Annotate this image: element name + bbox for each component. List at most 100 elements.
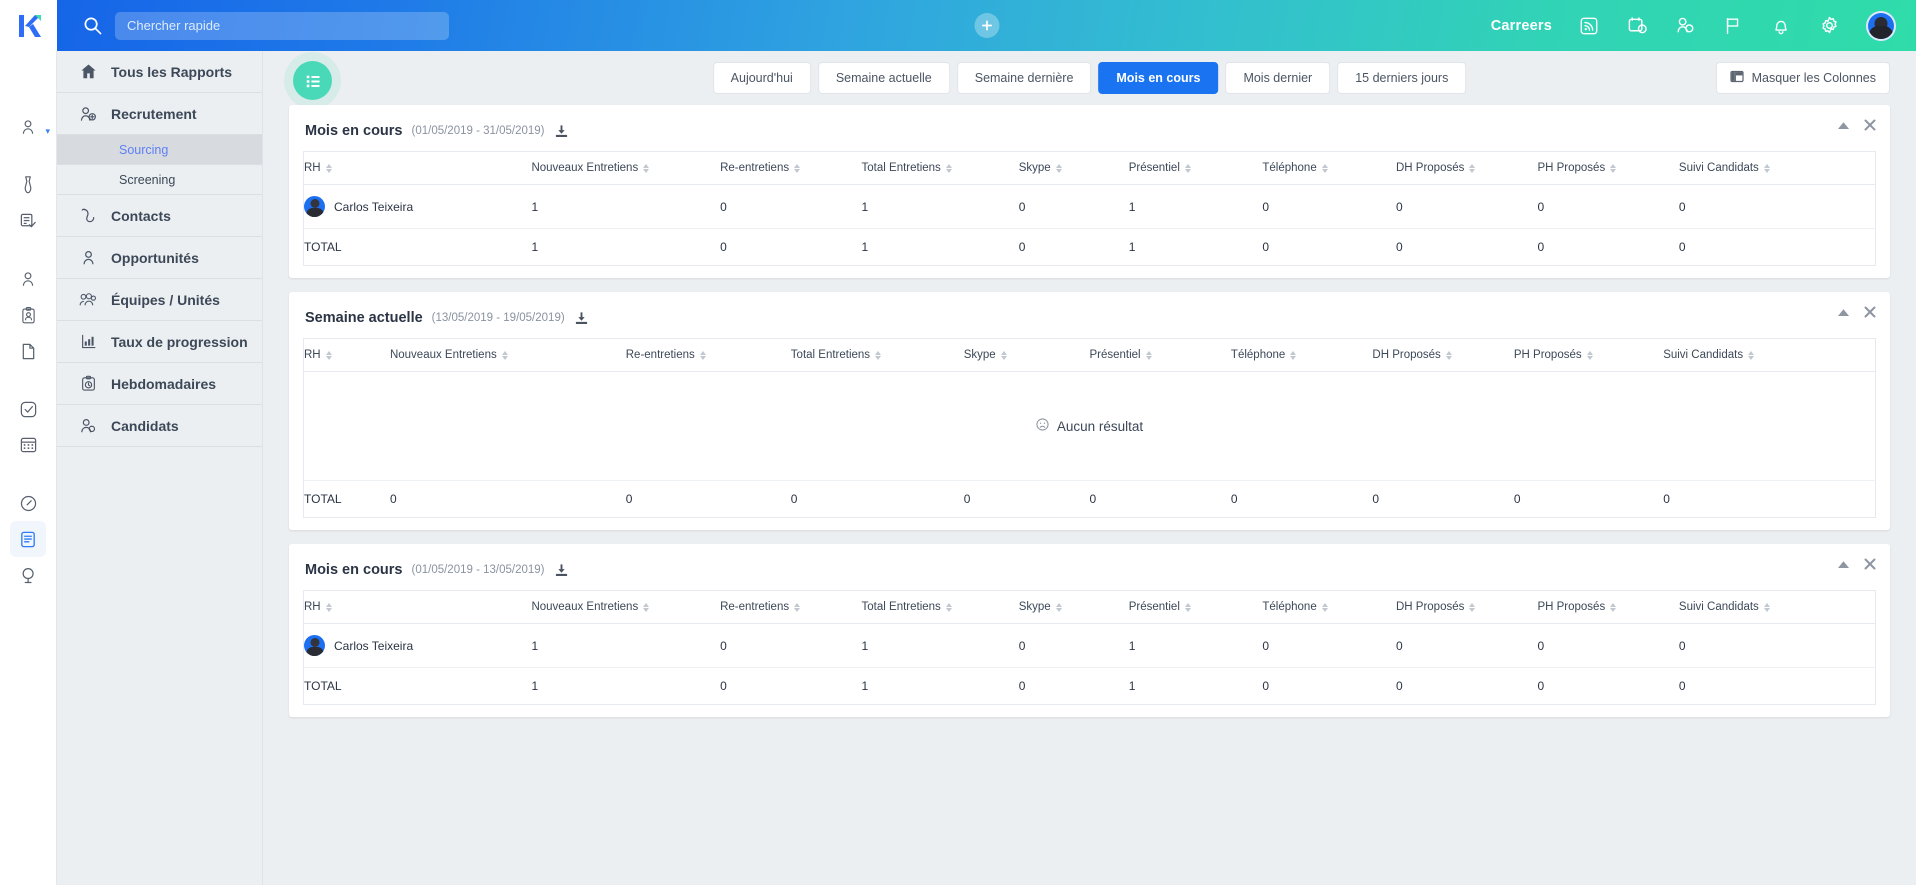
sort-icon[interactable]: [1748, 351, 1754, 360]
sort-icon[interactable]: [1764, 164, 1770, 173]
sidebar-item-hebdomadaires[interactable]: Hebdomadaires: [57, 363, 262, 405]
rail-item-check-square[interactable]: [10, 391, 46, 427]
sort-icon[interactable]: [1290, 351, 1296, 360]
add-button[interactable]: [974, 13, 999, 38]
column-header-dh-proposes[interactable]: DH Proposés: [1396, 591, 1537, 624]
app-logo[interactable]: [0, 0, 57, 51]
rail-item-badge[interactable]: [10, 297, 46, 333]
user-avatar[interactable]: [1866, 11, 1896, 41]
rail-item-person[interactable]: [10, 261, 46, 297]
column-header-total-entretiens[interactable]: Total Entretiens: [791, 339, 964, 372]
sort-icon[interactable]: [643, 164, 649, 173]
sort-icon[interactable]: [946, 164, 952, 173]
column-header-dh-proposes[interactable]: DH Proposés: [1396, 152, 1537, 185]
close-icon[interactable]: [1864, 306, 1876, 318]
sort-icon[interactable]: [643, 603, 649, 612]
filter-semaine-derniere[interactable]: Semaine dernière: [957, 62, 1092, 94]
sort-icon[interactable]: [875, 351, 881, 360]
sort-icon[interactable]: [1469, 164, 1475, 173]
column-header-suivi-candidats[interactable]: Suivi Candidats: [1663, 339, 1875, 372]
close-icon[interactable]: [1864, 119, 1876, 131]
sort-icon[interactable]: [326, 351, 332, 360]
rail-item-checklist[interactable]: [10, 203, 46, 239]
sort-icon[interactable]: [1146, 351, 1152, 360]
sort-icon[interactable]: [1056, 603, 1062, 612]
sort-icon[interactable]: [946, 603, 952, 612]
column-header-ph-proposes[interactable]: PH Proposés: [1514, 339, 1663, 372]
rail-item-calendar-grid[interactable]: [10, 427, 46, 463]
column-header-ph-proposes[interactable]: PH Proposés: [1537, 591, 1678, 624]
column-header-rh[interactable]: RH: [304, 152, 532, 185]
sort-icon[interactable]: [326, 164, 332, 173]
table-row[interactable]: Carlos Teixeira 1 0 1 0 1 0 0 0 0: [304, 185, 1876, 229]
filter-semaine-actuelle[interactable]: Semaine actuelle: [818, 62, 950, 94]
sort-icon[interactable]: [326, 603, 332, 612]
sort-icon[interactable]: [1469, 603, 1475, 612]
sidebar-item-candidats[interactable]: Candidats: [57, 405, 262, 447]
gear-icon[interactable]: [1818, 15, 1840, 37]
close-icon[interactable]: [1864, 558, 1876, 570]
sort-icon[interactable]: [1446, 351, 1452, 360]
sidebar-subitem-screening[interactable]: Screening: [57, 165, 262, 195]
sidebar-item-tous-les-rapports[interactable]: Tous les Rapports: [57, 51, 262, 93]
bell-icon[interactable]: [1770, 15, 1792, 37]
sidebar-item-taux-de-progression[interactable]: Taux de progression: [57, 321, 262, 363]
sidebar-item-recrutement[interactable]: Recrutement: [57, 93, 262, 135]
sort-icon[interactable]: [502, 351, 508, 360]
people-icon[interactable]: [1674, 15, 1696, 37]
hide-columns-button[interactable]: Masquer les Colonnes: [1716, 62, 1890, 94]
careers-link[interactable]: Carreers: [1491, 18, 1552, 34]
filter-aujourdhui[interactable]: Aujourd'hui: [713, 62, 811, 94]
sidebar-item-contacts[interactable]: Contacts: [57, 195, 262, 237]
flag-icon[interactable]: [1722, 15, 1744, 37]
rail-item-tie[interactable]: [10, 167, 46, 203]
column-header-skype[interactable]: Skype: [964, 339, 1090, 372]
column-header-rh[interactable]: RH: [304, 339, 390, 372]
column-header-nouveaux-entretiens[interactable]: Nouveaux Entretiens: [531, 152, 720, 185]
column-header-nouveaux-entretiens[interactable]: Nouveaux Entretiens: [390, 339, 626, 372]
column-header-telephone[interactable]: Téléphone: [1231, 339, 1372, 372]
calendar-event-icon[interactable]: [1626, 15, 1648, 37]
broadcast-icon[interactable]: [1578, 15, 1600, 37]
filter-mois-en-cours[interactable]: Mois en cours: [1098, 62, 1218, 94]
sidebar-item-opportunites[interactable]: Opportunités: [57, 237, 262, 279]
column-header-telephone[interactable]: Téléphone: [1262, 591, 1396, 624]
download-icon[interactable]: [554, 124, 569, 139]
collapse-up-icon[interactable]: [1837, 308, 1850, 317]
sort-icon[interactable]: [700, 351, 706, 360]
column-header-nouveaux-entretiens[interactable]: Nouveaux Entretiens: [531, 591, 720, 624]
column-header-ph-proposes[interactable]: PH Proposés: [1537, 152, 1678, 185]
sidebar-subitem-sourcing[interactable]: Sourcing: [57, 135, 262, 165]
rail-item-document[interactable]: [10, 333, 46, 369]
column-header-re-entretiens[interactable]: Re-entretiens: [720, 591, 861, 624]
column-header-telephone[interactable]: Téléphone: [1262, 152, 1396, 185]
sort-icon[interactable]: [1001, 351, 1007, 360]
sort-icon[interactable]: [1322, 603, 1328, 612]
sort-icon[interactable]: [1185, 603, 1191, 612]
column-header-suivi-candidats[interactable]: Suivi Candidats: [1679, 591, 1876, 624]
download-icon[interactable]: [574, 311, 589, 326]
column-header-total-entretiens[interactable]: Total Entretiens: [862, 152, 1019, 185]
column-header-re-entretiens[interactable]: Re-entretiens: [720, 152, 861, 185]
collapse-up-icon[interactable]: [1837, 560, 1850, 569]
rail-item-award[interactable]: [10, 557, 46, 593]
table-row[interactable]: Carlos Teixeira 1 0 1 0 1 0 0 0 0: [304, 624, 1876, 668]
column-header-rh[interactable]: RH: [304, 591, 532, 624]
sort-icon[interactable]: [794, 603, 800, 612]
column-header-skype[interactable]: Skype: [1019, 591, 1129, 624]
sort-icon[interactable]: [1764, 603, 1770, 612]
sort-icon[interactable]: [1185, 164, 1191, 173]
filter-15-derniers-jours[interactable]: 15 derniers jours: [1337, 62, 1466, 94]
download-icon[interactable]: [554, 563, 569, 578]
sort-icon[interactable]: [1056, 164, 1062, 173]
sort-icon[interactable]: [1610, 603, 1616, 612]
sort-icon[interactable]: [1587, 351, 1593, 360]
rail-item-gauge[interactable]: [10, 485, 46, 521]
sidebar-item-equipes-unites[interactable]: Équipes / Unités: [57, 279, 262, 321]
column-header-skype[interactable]: Skype: [1019, 152, 1129, 185]
list-view-fab[interactable]: [293, 61, 332, 100]
column-header-re-entretiens[interactable]: Re-entretiens: [626, 339, 791, 372]
sort-icon[interactable]: [1322, 164, 1328, 173]
search-input[interactable]: [115, 12, 449, 40]
column-header-total-entretiens[interactable]: Total Entretiens: [862, 591, 1019, 624]
